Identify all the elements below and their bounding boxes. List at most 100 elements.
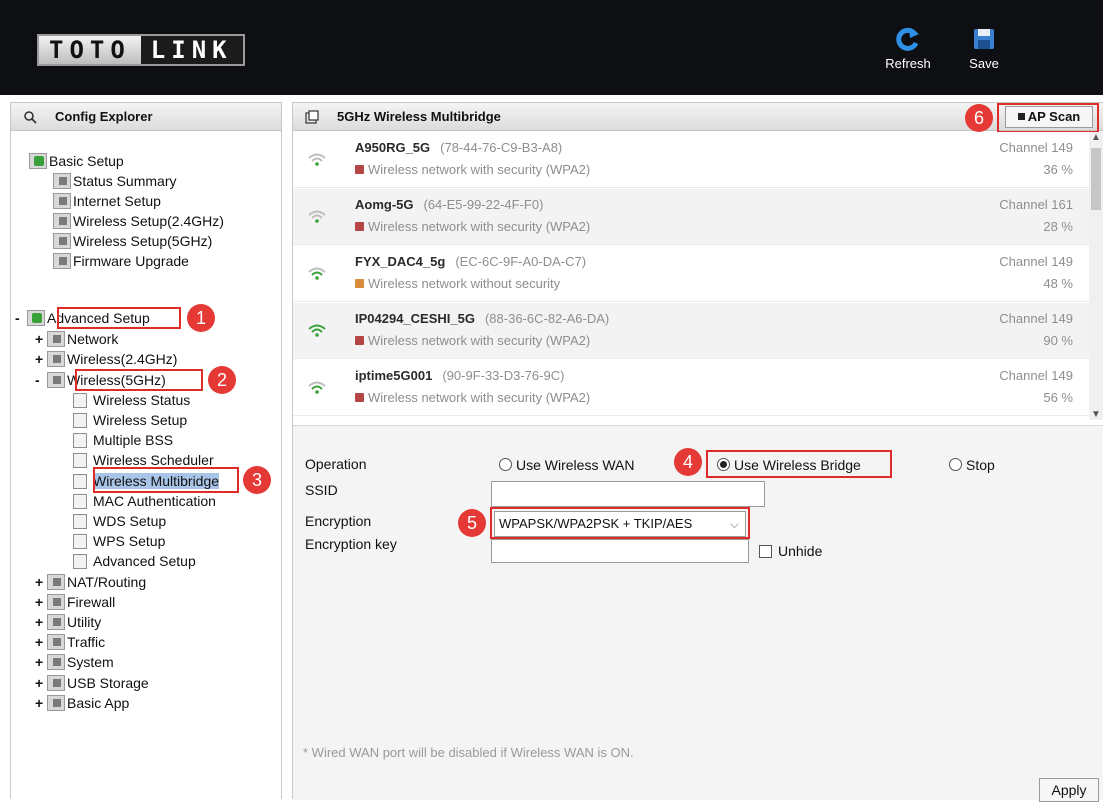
expand-toggle[interactable]: + xyxy=(35,694,47,713)
tree-wps-setup[interactable]: WPS Setup xyxy=(73,532,165,551)
network-row[interactable]: IP04294_CESHI_5G (88-36-6C-82-A6-DA) Wire… xyxy=(293,303,1089,359)
callout-box-wireless-bridge xyxy=(706,450,892,478)
radio-stop[interactable]: Stop xyxy=(949,457,995,473)
upgrade-icon xyxy=(53,253,71,269)
network-signal: 36 % xyxy=(1043,162,1073,177)
tree-basic-setup-label: Basic Setup xyxy=(49,153,124,169)
tree-item-label: Wireless Setup(2.4GHz) xyxy=(73,213,224,229)
wifi-signal-icon xyxy=(308,267,326,280)
magnifier-icon xyxy=(24,111,37,124)
lock-icon xyxy=(355,222,364,231)
tree-item-label: Firewall xyxy=(67,594,116,610)
callout-box-multibridge xyxy=(93,467,239,493)
tree-utility[interactable]: + Utility xyxy=(35,613,101,632)
scroll-thumb[interactable] xyxy=(1091,148,1101,210)
network-mac: (EC-6C-9F-A0-DA-C7) xyxy=(455,254,587,269)
tree-basic-app[interactable]: + Basic App xyxy=(35,694,129,713)
tree-firewall[interactable]: + Firewall xyxy=(35,593,115,612)
ssid-label: SSID xyxy=(305,482,338,498)
tree-wireless-24[interactable]: + Wireless(2.4GHz) xyxy=(35,350,177,369)
tree-wireless-setup-5[interactable]: Wireless Setup(5GHz) xyxy=(53,232,212,251)
radio-icon[interactable] xyxy=(499,458,512,471)
apply-button[interactable]: Apply xyxy=(1039,778,1099,802)
tree-wireless-status[interactable]: Wireless Status xyxy=(73,391,190,410)
wireless-icon xyxy=(53,213,71,229)
tree-item-label: Advanced Setup xyxy=(93,553,196,569)
tree-usb-storage[interactable]: + USB Storage xyxy=(35,674,149,693)
callout-badge-2: 2 xyxy=(208,366,236,394)
tree-firmware-upgrade[interactable]: Firmware Upgrade xyxy=(53,252,189,271)
lock-icon xyxy=(355,393,364,402)
tree-item-label: Wireless Scheduler xyxy=(93,452,214,468)
tree-item-label: Status Summary xyxy=(73,173,177,189)
refresh-button[interactable]: Refresh xyxy=(878,26,938,71)
header-bar: TOTO LINK Refresh Save xyxy=(0,0,1103,95)
window-icon xyxy=(305,110,319,124)
tree-item-label: USB Storage xyxy=(67,675,149,691)
config-explorer-title: Config Explorer xyxy=(55,109,153,124)
network-mac: (88-36-6C-82-A6-DA) xyxy=(484,311,610,326)
scroll-down-icon[interactable]: ▼ xyxy=(1089,409,1103,420)
tree-wireless-setup-24[interactable]: Wireless Setup(2.4GHz) xyxy=(53,212,224,231)
tree-basic-setup[interactable]: Basic Setup xyxy=(29,152,124,171)
tree-multiple-bss[interactable]: Multiple BSS xyxy=(73,431,173,450)
tree-nat-routing[interactable]: + NAT/Routing xyxy=(35,573,146,592)
wan-footnote: * Wired WAN port will be disabled if Wir… xyxy=(303,745,634,760)
expand-toggle[interactable]: + xyxy=(35,573,47,592)
unhide-checkbox[interactable]: Unhide xyxy=(759,543,822,559)
collapse-toggle[interactable]: - xyxy=(15,309,27,328)
expand-toggle[interactable]: + xyxy=(35,653,47,672)
wireless-icon xyxy=(47,372,65,388)
encryption-label: Encryption xyxy=(305,513,372,529)
network-ssid: Aomg-5G (64-E5-99-22-4F-F0) xyxy=(355,197,544,212)
tree-item-label: Wireless(2.4GHz) xyxy=(67,351,178,367)
page-icon xyxy=(73,393,87,408)
tree-item-label: Wireless Setup(5GHz) xyxy=(73,233,213,249)
checkbox-icon[interactable] xyxy=(759,545,772,558)
callout-box-ap-scan xyxy=(997,103,1099,133)
network-security: Wireless network without security xyxy=(355,276,560,291)
radio-icon[interactable] xyxy=(949,458,962,471)
expand-toggle[interactable]: + xyxy=(35,633,47,652)
network-row[interactable]: A950RG_5G (78-44-76-C9-B3-A8) Wireless ne… xyxy=(293,132,1089,188)
tree-item-label: Internet Setup xyxy=(73,193,161,209)
operation-label: Operation xyxy=(305,456,367,472)
network-row[interactable]: FYX_DAC4_5g (EC-6C-9F-A0-DA-C7) Wireless … xyxy=(293,246,1089,302)
tree-system[interactable]: + System xyxy=(35,653,114,672)
expand-toggle[interactable]: + xyxy=(35,613,47,632)
encryption-key-input[interactable] xyxy=(491,539,749,563)
scroll-up-icon[interactable]: ▲ xyxy=(1089,132,1103,143)
expand-toggle[interactable]: + xyxy=(35,350,47,369)
callout-box-advanced-setup xyxy=(57,307,181,329)
wireless-icon xyxy=(53,233,71,249)
tree-traffic[interactable]: + Traffic xyxy=(35,633,105,652)
save-label: Save xyxy=(969,56,999,71)
network-ssid: FYX_DAC4_5g (EC-6C-9F-A0-DA-C7) xyxy=(355,254,587,269)
tree-wds-setup[interactable]: WDS Setup xyxy=(73,512,166,531)
collapse-toggle[interactable]: - xyxy=(35,371,47,390)
bridge-settings-form: Operation Use Wireless WAN Use Wireless … xyxy=(293,425,1103,802)
save-button[interactable]: Save xyxy=(960,26,1008,71)
expand-toggle[interactable]: + xyxy=(35,593,47,612)
expand-toggle[interactable]: + xyxy=(35,330,47,349)
logo-text-right: LINK xyxy=(140,36,243,64)
network-signal: 48 % xyxy=(1043,276,1073,291)
save-icon xyxy=(974,29,994,49)
tree-internet-setup[interactable]: Internet Setup xyxy=(53,192,161,211)
ssid-input[interactable] xyxy=(491,481,765,507)
tree-network[interactable]: + Network xyxy=(35,330,118,349)
expand-toggle[interactable]: + xyxy=(35,674,47,693)
tree-mac-authentication[interactable]: MAC Authentication xyxy=(73,492,216,511)
tree-advanced-setup-sub[interactable]: Advanced Setup xyxy=(73,552,196,571)
network-list-scrollbar[interactable]: ▲ ▼ xyxy=(1089,132,1103,420)
network-row[interactable]: Aomg-5G (64-E5-99-22-4F-F0) Wireless netw… xyxy=(293,189,1089,245)
tree-status-summary[interactable]: Status Summary xyxy=(53,172,176,191)
network-security: Wireless network with security (WPA2) xyxy=(355,219,590,234)
radio-use-wireless-wan[interactable]: Use Wireless WAN xyxy=(499,457,635,473)
network-row[interactable]: iptime5G001 (90-9F-33-D3-76-9C) Wireless … xyxy=(293,360,1089,416)
tree-wireless-setup[interactable]: Wireless Setup xyxy=(73,411,187,430)
wifi-signal-icon xyxy=(308,381,326,394)
callout-box-wireless5 xyxy=(75,369,203,391)
lock-icon xyxy=(355,336,364,345)
tree-item-label: Basic App xyxy=(67,695,130,711)
